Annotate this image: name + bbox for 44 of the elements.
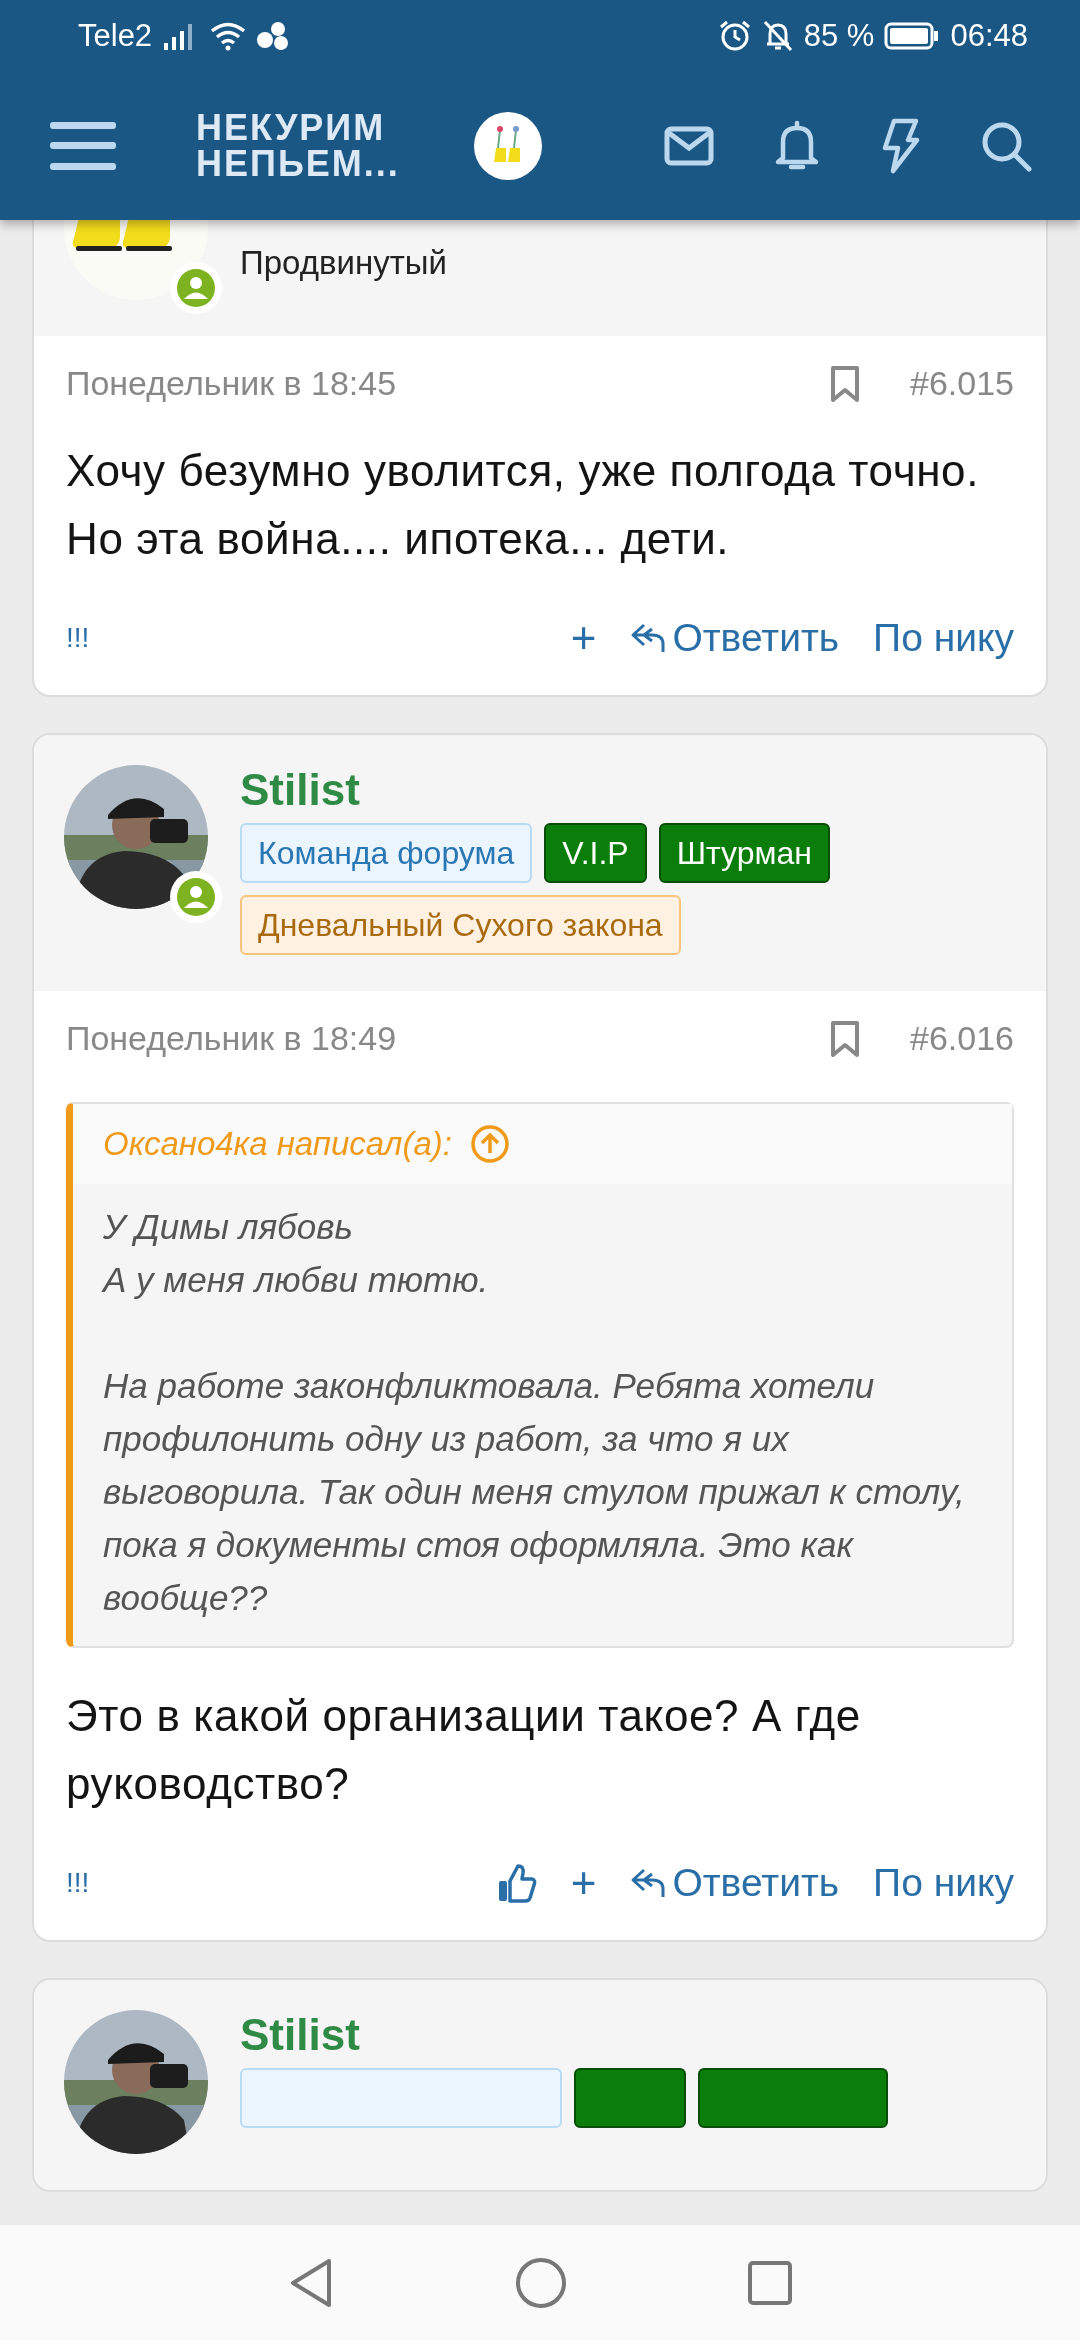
mail-icon[interactable]: [664, 126, 714, 166]
bookmark-icon[interactable]: [830, 364, 860, 403]
post-date[interactable]: Понедельник в 18:49: [66, 1019, 397, 1058]
post-text: Хочу безумно уволится, уже полгода точно. Но эта война.... ипотека... дети.: [66, 445, 980, 565]
post-date[interactable]: Понедельник в 18:45: [66, 364, 397, 403]
user-badge: Дневальный Сухого закона: [240, 895, 681, 955]
report-link[interactable]: !!!: [66, 622, 90, 654]
home-icon[interactable]: [515, 2256, 567, 2309]
by-nick-link[interactable]: По нику: [873, 616, 1014, 660]
battery-icon: [884, 21, 941, 51]
clock: 06:48: [950, 18, 1028, 54]
reply-icon[interactable]: [630, 1867, 667, 1899]
user-badge: V.I.P: [544, 823, 647, 883]
bell-icon[interactable]: [774, 120, 820, 172]
site-logo[interactable]: НЕКУРИМ НЕПЬЕМ...: [196, 110, 400, 182]
mute-icon: [761, 19, 794, 53]
wifi-icon: [210, 21, 247, 51]
post-text: Это в какой организации такое? А где руководство?: [66, 1690, 862, 1810]
report-link[interactable]: !!!: [66, 1867, 90, 1899]
lightning-icon[interactable]: [880, 118, 920, 174]
reply-icon[interactable]: [630, 622, 667, 654]
user-badge: Команда форума: [240, 823, 533, 883]
post-number[interactable]: #6.016: [910, 1019, 1014, 1058]
thumbs-up-icon[interactable]: [496, 1863, 537, 1903]
user-title: Продвинутый: [240, 244, 447, 282]
reply-button[interactable]: Ответить: [630, 616, 840, 660]
battery-percent: 85 %: [803, 18, 875, 54]
app-icon: [256, 21, 291, 51]
post-number[interactable]: #6.015: [910, 364, 1014, 403]
quote-text: На работе законфликтовала. Ребята хотели профилонить одну из работ, за что я их выговорила. Так один меня стулом прижал к столу, пока я документы стоя оформляла. Это как вообще??: [103, 1365, 966, 1619]
bookmark-icon[interactable]: [830, 1019, 860, 1058]
user-avatar[interactable]: [474, 112, 542, 180]
search-icon[interactable]: [980, 120, 1032, 172]
add-button[interactable]: +: [570, 1858, 597, 1908]
user-name[interactable]: Stilist: [240, 765, 360, 815]
carrier-name: Tele2: [78, 18, 153, 54]
reply-button[interactable]: Ответить: [630, 1861, 840, 1905]
by-nick-link[interactable]: По нику: [873, 1861, 1014, 1905]
add-button[interactable]: +: [570, 613, 597, 663]
recent-apps-icon[interactable]: [747, 2259, 793, 2306]
user-name[interactable]: Stilist: [240, 2010, 360, 2060]
alarm-icon: [717, 19, 752, 53]
user-badge: Штурман: [658, 823, 830, 883]
quote-text: У Димы лябовь А у меня любви тютю.: [103, 1206, 490, 1301]
